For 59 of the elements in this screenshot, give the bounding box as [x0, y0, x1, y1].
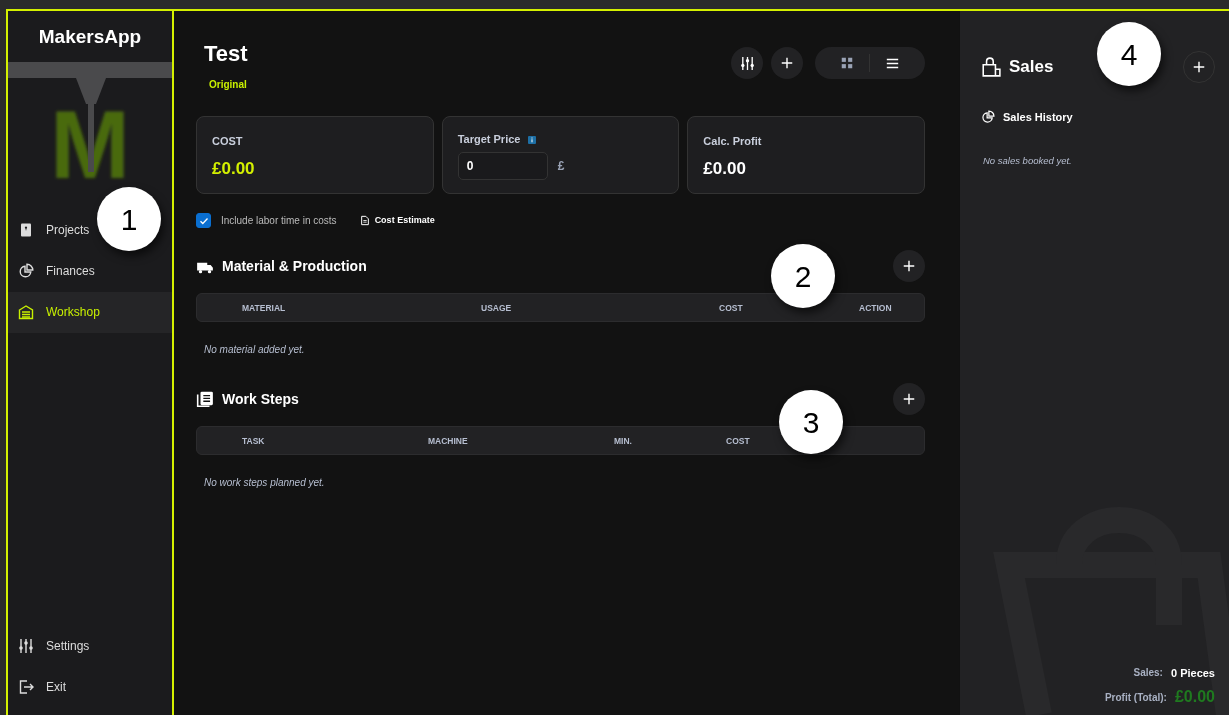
- plus-icon: [902, 392, 916, 407]
- sidebar-item[interactable]: Finances: [8, 250, 172, 292]
- clipboard-icon: [196, 390, 214, 409]
- sales-count: 0 Pieces: [1170, 665, 1215, 681]
- profit-value: £0.00: [703, 157, 747, 180]
- sales-history-title: Sales History: [1003, 110, 1073, 125]
- project-subtitle: Original: [209, 78, 248, 93]
- add-button[interactable]: [893, 383, 925, 416]
- price-input[interactable]: 0: [457, 151, 548, 180]
- add-button[interactable]: [893, 250, 925, 283]
- plus-icon: [1192, 60, 1206, 74]
- empty-message: No material added yet.: [204, 343, 306, 358]
- section-title: Work Steps: [222, 389, 299, 409]
- section-title: Material & Production: [222, 256, 367, 276]
- info-icon: [528, 135, 537, 144]
- exit-icon: [18, 678, 34, 695]
- filter-button[interactable]: [731, 47, 763, 79]
- add-sale-button[interactable]: [1183, 51, 1215, 83]
- plus-icon: [780, 56, 794, 70]
- card-label: Target Price: [457, 132, 521, 148]
- cost-value: £0.00: [212, 157, 256, 180]
- column-header: MACHINE: [428, 434, 469, 448]
- card-label: Calc. Profit: [703, 134, 763, 150]
- labor-checkbox[interactable]: [196, 213, 211, 229]
- add-button[interactable]: [771, 47, 803, 79]
- column-header: TASK: [242, 434, 266, 448]
- sales-label: Sales:: [1133, 666, 1163, 681]
- column-header: USAGE: [481, 301, 513, 315]
- grid-icon: [841, 57, 853, 69]
- plus-icon: [902, 259, 916, 274]
- pie-chart-icon: [18, 263, 34, 279]
- card-label: COST: [212, 134, 244, 150]
- empty-message: No sales booked yet.: [983, 153, 1073, 168]
- checkmark-icon: [198, 215, 209, 226]
- empty-message: No work steps planned yet.: [204, 476, 326, 491]
- column-header: MATERIAL: [242, 301, 287, 315]
- total-profit-value: £0.00: [1174, 687, 1215, 707]
- shopping-bag-icon: [981, 57, 1001, 77]
- column-header: MIN.: [614, 434, 633, 448]
- sales-title: Sales: [1009, 56, 1054, 79]
- currency-symbol: £: [557, 157, 565, 175]
- garage-icon: [18, 304, 34, 320]
- sidebar-item[interactable]: Settings: [8, 625, 172, 666]
- column-header: ACTION: [859, 301, 892, 315]
- pie-chart-icon: [981, 110, 995, 125]
- list-icon: [886, 56, 899, 70]
- sliders-icon: [739, 55, 755, 71]
- sidebar-item[interactable]: Workshop: [8, 291, 172, 333]
- sliders-icon: [18, 637, 34, 654]
- profit-label: Profit (Total):: [1104, 690, 1167, 705]
- book-icon: [18, 222, 34, 238]
- checkbox-label: Include labor time in costs: [221, 214, 337, 229]
- document-icon: [359, 215, 370, 227]
- sidebar-item[interactable]: Exit: [8, 666, 172, 707]
- column-header: COST: [726, 434, 750, 448]
- column-header: COST: [719, 301, 744, 315]
- cost-estimate-link[interactable]: Cost Estimate: [374, 214, 435, 228]
- app-title: MakersApp: [37, 25, 143, 49]
- project-title: Test: [204, 41, 248, 68]
